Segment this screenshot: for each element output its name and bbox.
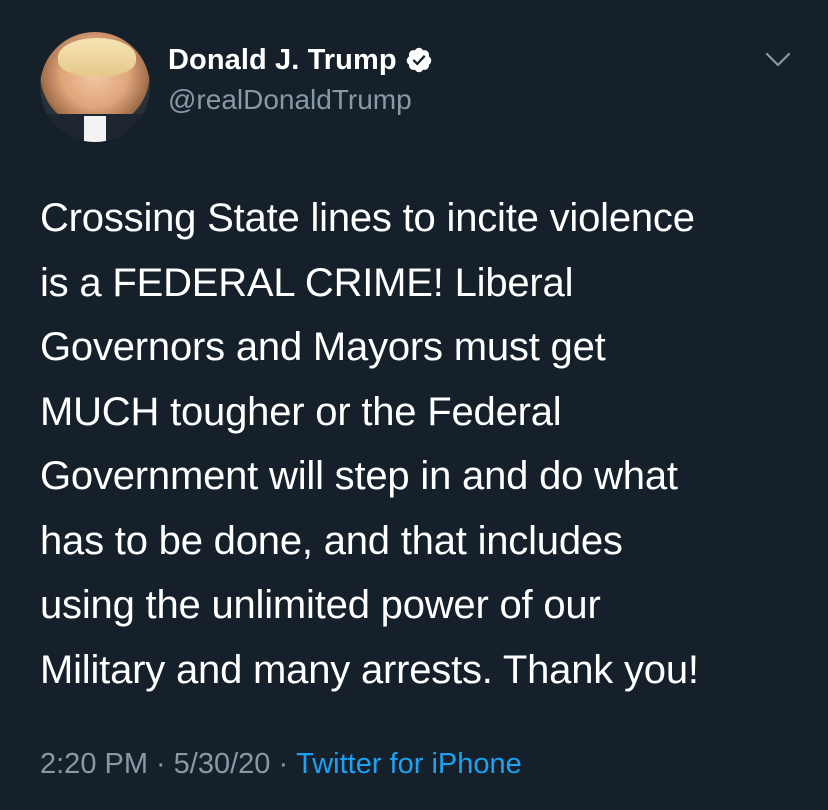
- author-avatar[interactable]: [40, 32, 150, 142]
- author-name[interactable]: Donald J. Trump: [168, 44, 397, 77]
- author-handle[interactable]: @realDonaldTrump: [168, 84, 433, 116]
- meta-separator: ·: [156, 748, 166, 780]
- tweet-time[interactable]: 2:20 PM: [40, 748, 148, 781]
- author-header: Donald J. Trump @realDonaldTrump: [168, 40, 433, 116]
- avatar-shirt: [84, 116, 106, 142]
- chevron-down-icon[interactable]: [764, 50, 792, 70]
- meta-separator: ·: [278, 748, 289, 780]
- tweet-source-link[interactable]: Twitter for iPhone: [296, 748, 522, 781]
- tweet-metadata: 2:20 PM · 5/30/20 · Twitter for iPhone: [40, 748, 522, 781]
- avatar-hair: [58, 38, 136, 76]
- verified-badge-icon: [406, 47, 431, 73]
- author-name-row: Donald J. Trump: [168, 40, 433, 80]
- tweet-date[interactable]: 5/30/20: [174, 748, 271, 781]
- tweet-card: Donald J. Trump @realDonaldTrump Crossin…: [0, 0, 828, 810]
- tweet-text: Crossing State lines to incite violence …: [40, 196, 699, 692]
